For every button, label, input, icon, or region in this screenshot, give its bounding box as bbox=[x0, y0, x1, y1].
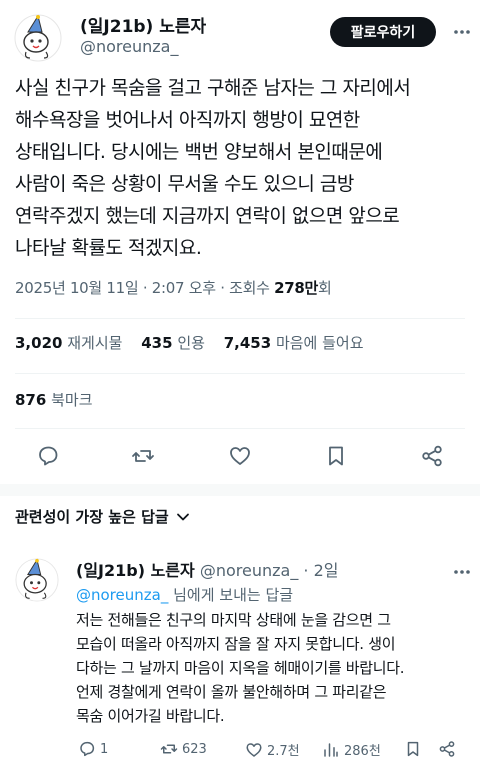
tweet-header: (일J21b) 노른자 @noreunza_ 팔로우하기 bbox=[0, 0, 480, 70]
avatar[interactable] bbox=[15, 558, 59, 602]
reply-to-line: @noreunza_ 님에게 보내는 답글 bbox=[76, 584, 293, 605]
doodle-avatar-icon bbox=[14, 14, 62, 62]
reply-author-handle[interactable]: @noreunza_ bbox=[200, 561, 298, 580]
reply-icon bbox=[80, 741, 95, 757]
retweet-icon bbox=[160, 744, 178, 754]
quote-label: 인용 bbox=[177, 334, 205, 352]
reply-views-count: 286천 bbox=[344, 744, 381, 759]
action-bar bbox=[0, 436, 480, 476]
reply-share-button[interactable] bbox=[438, 740, 460, 758]
bookmark-icon[interactable] bbox=[324, 444, 348, 468]
bookmark-stat[interactable]: 876 북마크 bbox=[15, 389, 93, 410]
divider bbox=[15, 373, 465, 374]
like-icon bbox=[246, 742, 262, 757]
tweet-views-suffix: 회 bbox=[318, 279, 332, 297]
author-handle[interactable]: @noreunza_ bbox=[80, 37, 178, 56]
like-label: 마음에 들어요 bbox=[275, 334, 364, 352]
like-count: 7,453 bbox=[223, 334, 272, 352]
like-icon[interactable] bbox=[228, 444, 252, 468]
section-separator bbox=[0, 484, 480, 496]
reply-like-count: 2.7천 bbox=[267, 744, 300, 759]
reply-text: 저는 전해들은 친구의 마지막 상태에 눈을 감으면 그 모습이 떠올라 아직까… bbox=[76, 611, 405, 725]
reply-time[interactable]: · 2일 bbox=[303, 561, 338, 580]
retweet-count: 3,020 bbox=[15, 334, 63, 352]
divider bbox=[15, 318, 465, 319]
tweet-views: 278만 bbox=[274, 279, 319, 297]
bookmark-icon bbox=[407, 741, 419, 757]
reply-retweet-count: 623 bbox=[182, 741, 207, 757]
reply-reply-count: 1 bbox=[100, 741, 109, 757]
bookmark-count: 876 bbox=[15, 391, 47, 409]
bookmark-label: 북마크 bbox=[51, 391, 93, 409]
reply-item[interactable]: (일J21b) 노른자 @noreunza_ · 2일 @noreunza_ 님… bbox=[0, 552, 480, 776]
more-options-icon[interactable] bbox=[452, 562, 472, 586]
engagement-stats: 3,020 재게시물 435 인용 7,453 마음에 들어요 bbox=[15, 332, 378, 353]
like-stat[interactable]: 7,453 마음에 들어요 bbox=[224, 334, 364, 352]
reply-retweet-button[interactable]: 623 bbox=[160, 740, 207, 758]
quote-stat[interactable]: 435 인용 bbox=[141, 334, 205, 352]
reply-sort-label: 관련성이 가장 높은 답글 bbox=[15, 508, 169, 526]
retweet-label: 재게시물 bbox=[67, 334, 123, 352]
share-icon bbox=[439, 741, 455, 757]
tweet-meta: 2025년 10월 11일 · 2:07 오후 · 조회수 278만회 bbox=[15, 277, 332, 298]
views-icon bbox=[324, 742, 338, 757]
reply-like-button[interactable]: 2.7천 bbox=[245, 740, 300, 759]
reply-header: (일J21b) 노른자 @noreunza_ · 2일 bbox=[76, 557, 339, 581]
chevron-down-icon bbox=[176, 513, 189, 520]
reply-author-name[interactable]: (일J21b) 노른자 bbox=[76, 561, 195, 580]
reply-sort-dropdown[interactable]: 관련성이 가장 높은 답글 bbox=[15, 506, 191, 527]
reply-views-button[interactable]: 286천 bbox=[322, 740, 381, 759]
follow-button[interactable]: 팔로우하기 bbox=[330, 17, 436, 47]
tweet-timestamp[interactable]: 2025년 10월 11일 · 2:07 오후 · 조회수 bbox=[15, 279, 274, 297]
doodle-avatar-icon bbox=[15, 558, 59, 602]
author-display-name[interactable]: (일J21b) 노른자 bbox=[80, 12, 206, 37]
reply-to-mention[interactable]: @noreunza_ bbox=[76, 586, 168, 604]
divider bbox=[15, 428, 465, 429]
avatar[interactable] bbox=[14, 14, 62, 62]
retweet-icon[interactable] bbox=[131, 444, 155, 468]
reply-reply-button[interactable]: 1 bbox=[78, 740, 108, 758]
tweet-text: 사실 친구가 목숨을 걸고 구해준 남자는 그 자리에서 해수욕장을 벗어나서 … bbox=[15, 77, 411, 259]
reply-icon[interactable] bbox=[36, 444, 60, 468]
reply-to-suffix: 님에게 보내는 답글 bbox=[168, 586, 294, 604]
quote-count: 435 bbox=[141, 334, 173, 352]
more-options-icon[interactable] bbox=[452, 20, 472, 44]
reply-action-bar: 1 623 2.7천 286천 bbox=[0, 736, 480, 764]
share-icon[interactable] bbox=[420, 444, 444, 468]
retweet-stat[interactable]: 3,020 재게시물 bbox=[15, 334, 122, 352]
reply-bookmark-button[interactable] bbox=[404, 740, 426, 758]
